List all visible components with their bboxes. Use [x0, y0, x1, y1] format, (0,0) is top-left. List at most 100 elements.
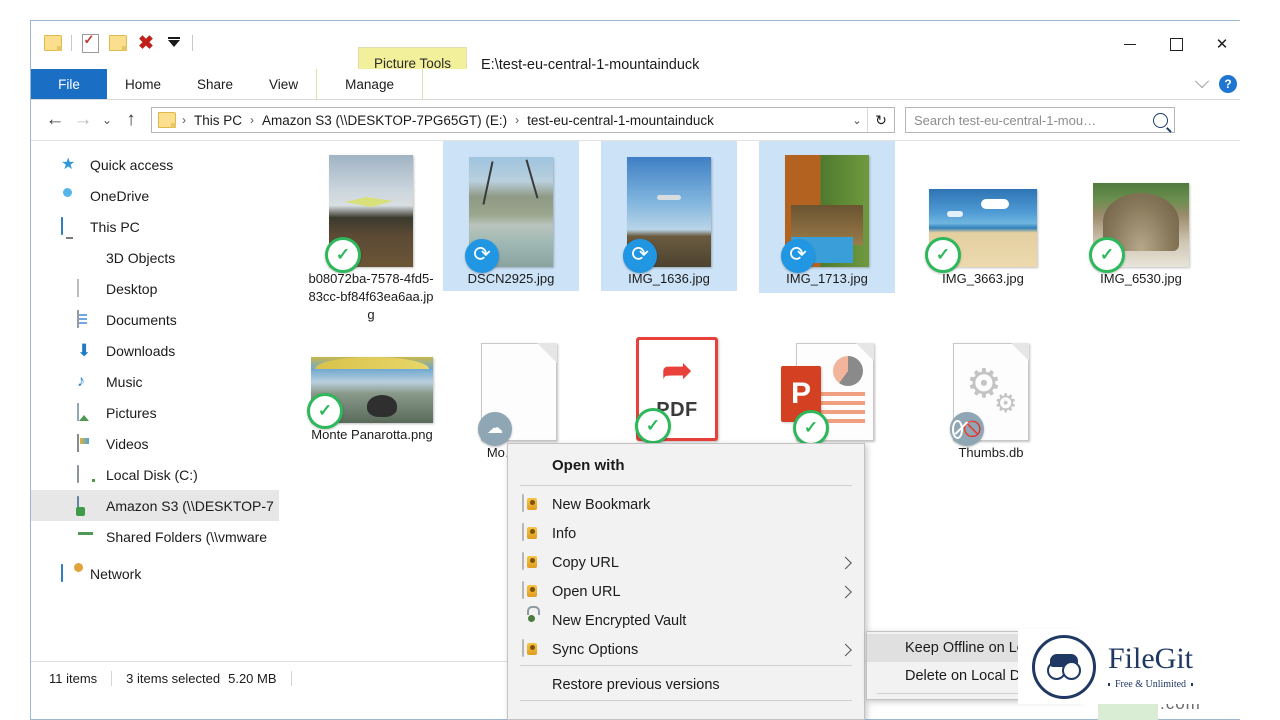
- chevron-right-icon: [839, 585, 852, 598]
- thumbnail-container: [601, 147, 737, 267]
- tab-share[interactable]: Share: [179, 69, 251, 99]
- file-tile[interactable]: IMG_1636.jpg: [601, 141, 737, 291]
- properties-icon: [82, 34, 99, 53]
- sidebar-item-music[interactable]: ♪ Music: [31, 366, 279, 397]
- chevron-right-icon: [839, 643, 852, 656]
- customize-toolbar-button[interactable]: [160, 29, 188, 57]
- binoculars-logo-icon: [1032, 635, 1096, 699]
- file-tile[interactable]: IMG_6530.jpg: [1073, 141, 1209, 294]
- maximize-icon: [1170, 38, 1183, 51]
- available-offline-badge: [325, 237, 361, 273]
- sidebar-item-pictures[interactable]: Pictures: [31, 397, 279, 428]
- file-tile[interactable]: Monte Panarotta.png: [297, 339, 447, 450]
- properties-button[interactable]: [76, 29, 104, 57]
- context-menu-item-open-url[interactable]: Open URL: [508, 577, 864, 606]
- navigation-pane: ★ Quick access OneDrive This PC 3D Objec…: [31, 141, 279, 661]
- videos-icon: [77, 435, 97, 453]
- file-tile[interactable]: ➦ PDF: [609, 329, 745, 441]
- context-menu-item-new-bookmark[interactable]: New Bookmark: [508, 490, 864, 519]
- context-menu[interactable]: Open with New Bookmark Info Copy URL Ope…: [507, 443, 865, 720]
- search-input[interactable]: Search test-eu-central-1-mou…: [905, 107, 1175, 133]
- sidebar-item-network[interactable]: Network: [31, 558, 279, 589]
- sidebar-item-label: Desktop: [106, 281, 157, 297]
- delete-button[interactable]: ✖: [132, 29, 160, 57]
- sidebar-item-onedrive[interactable]: OneDrive: [31, 180, 279, 211]
- available-offline-badge: [307, 393, 343, 429]
- monitor-icon: [61, 218, 81, 236]
- sidebar-item-label: Amazon S3 (\\DESKTOP-7: [106, 498, 274, 514]
- thumbnail-container: [443, 147, 579, 267]
- recent-locations-button[interactable]: ⌄: [97, 106, 117, 134]
- sidebar-item-shared-folders[interactable]: Shared Folders (\\vmware: [31, 521, 279, 552]
- up-button[interactable]: ↑: [117, 106, 145, 134]
- documents-icon: [77, 311, 97, 329]
- new-folder-button[interactable]: [39, 29, 67, 57]
- sidebar-item-3d-objects[interactable]: 3D Objects: [31, 242, 279, 273]
- file-tile[interactable]: IMG_1713.jpg: [759, 141, 895, 293]
- minimize-button[interactable]: [1107, 21, 1153, 67]
- sidebar-item-videos[interactable]: Videos: [31, 428, 279, 459]
- sidebar-item-amazon-s3[interactable]: Amazon S3 (\\DESKTOP-7: [31, 490, 279, 521]
- breadcrumb-item-this-pc[interactable]: This PC: [192, 113, 244, 128]
- star-icon: ★: [61, 156, 81, 174]
- context-menu-item-new-encrypted-vault[interactable]: New Encrypted Vault: [508, 606, 864, 635]
- breadcrumb-item-current-folder[interactable]: test-eu-central-1-mountainduck: [525, 113, 716, 128]
- thumbnail-container: [915, 147, 1051, 267]
- breadcrumb[interactable]: › This PC › Amazon S3 (\\DESKTOP-7PG65GT…: [151, 107, 895, 133]
- breadcrumb-dropdown-icon[interactable]: ⌄: [847, 114, 867, 127]
- help-icon[interactable]: ?: [1219, 75, 1237, 93]
- ribbon-tabs: File Home Share View Manage: [31, 69, 1245, 99]
- binoculars-icon: [1047, 654, 1081, 680]
- context-menu-item-restore-previous-versions[interactable]: Restore previous versions: [508, 670, 864, 699]
- address-bar: ← → ⌄ ↑ › This PC › Amazon S3 (\\DESKTOP…: [31, 100, 1245, 140]
- pdf-file-icon: ➦ PDF: [636, 337, 718, 441]
- chevron-right-icon: [839, 556, 852, 569]
- cloud-icon: [61, 187, 81, 205]
- forward-button[interactable]: →: [69, 106, 97, 134]
- new-item-button[interactable]: [104, 29, 132, 57]
- context-menu-item-copy-url[interactable]: Copy URL: [508, 548, 864, 577]
- back-button[interactable]: ←: [41, 106, 69, 134]
- sidebar-item-label: Quick access: [90, 157, 173, 173]
- context-menu-item-info[interactable]: Info: [508, 519, 864, 548]
- refresh-button[interactable]: ↻: [867, 108, 894, 132]
- file-tile[interactable]: ⚙ ⚙ Thumbs.db: [923, 331, 1059, 468]
- sidebar-item-quick-access[interactable]: ★ Quick access: [31, 149, 279, 180]
- photo-thumbnail: [329, 155, 413, 267]
- context-menu-header[interactable]: Open with: [508, 447, 864, 484]
- tab-manage[interactable]: Manage: [316, 69, 423, 99]
- maximize-button[interactable]: [1153, 21, 1199, 67]
- available-offline-badge: [635, 408, 671, 444]
- file-tile[interactable]: b08072ba-7578-4fd5-83cc-bf84f63ea6aa.jpg: [303, 141, 439, 330]
- ribbon-tab-bar: File Home Share View Manage ?: [31, 69, 1245, 100]
- tab-view[interactable]: View: [251, 69, 316, 99]
- bookmark-icon: [522, 553, 542, 573]
- file-tile[interactable]: DSCN2925.jpg: [443, 141, 579, 291]
- file-tile[interactable]: IMG_3663.jpg: [915, 141, 1051, 294]
- network-drive-icon: [77, 497, 97, 515]
- context-menu-item-sync-options[interactable]: Sync Options: [508, 635, 864, 664]
- context-menu-item-label: Info: [552, 526, 576, 542]
- window-controls: ✕: [1107, 21, 1245, 67]
- chevron-down-icon[interactable]: [1195, 74, 1209, 88]
- thumbnail-container: [303, 147, 439, 267]
- breadcrumb-item-amazon-s3[interactable]: Amazon S3 (\\DESKTOP-7PG65GT) (E:): [260, 113, 509, 128]
- tab-home[interactable]: Home: [107, 69, 179, 99]
- ribbon-right-controls: ?: [1197, 69, 1237, 99]
- sidebar-item-downloads[interactable]: ⬇ Downloads: [31, 335, 279, 366]
- folder-icon: [158, 112, 176, 128]
- acrobat-swirl-icon: ➦: [661, 352, 693, 390]
- airplane-shape: [657, 195, 681, 200]
- photo-thumbnail: [627, 157, 711, 267]
- sidebar-item-desktop[interactable]: Desktop: [31, 273, 279, 304]
- sidebar-item-local-disk[interactable]: Local Disk (C:): [31, 459, 279, 490]
- sidebar-item-this-pc[interactable]: This PC: [31, 211, 279, 242]
- photo-thumbnail: [785, 155, 869, 267]
- tab-file[interactable]: File: [31, 69, 107, 99]
- bookmark-icon: [522, 640, 542, 660]
- context-menu-item-label: Restore previous versions: [552, 677, 720, 693]
- close-button[interactable]: ✕: [1199, 21, 1245, 67]
- sidebar-item-label: Music: [106, 374, 143, 390]
- sidebar-item-documents[interactable]: Documents: [31, 304, 279, 335]
- parachute-shape: [315, 357, 429, 369]
